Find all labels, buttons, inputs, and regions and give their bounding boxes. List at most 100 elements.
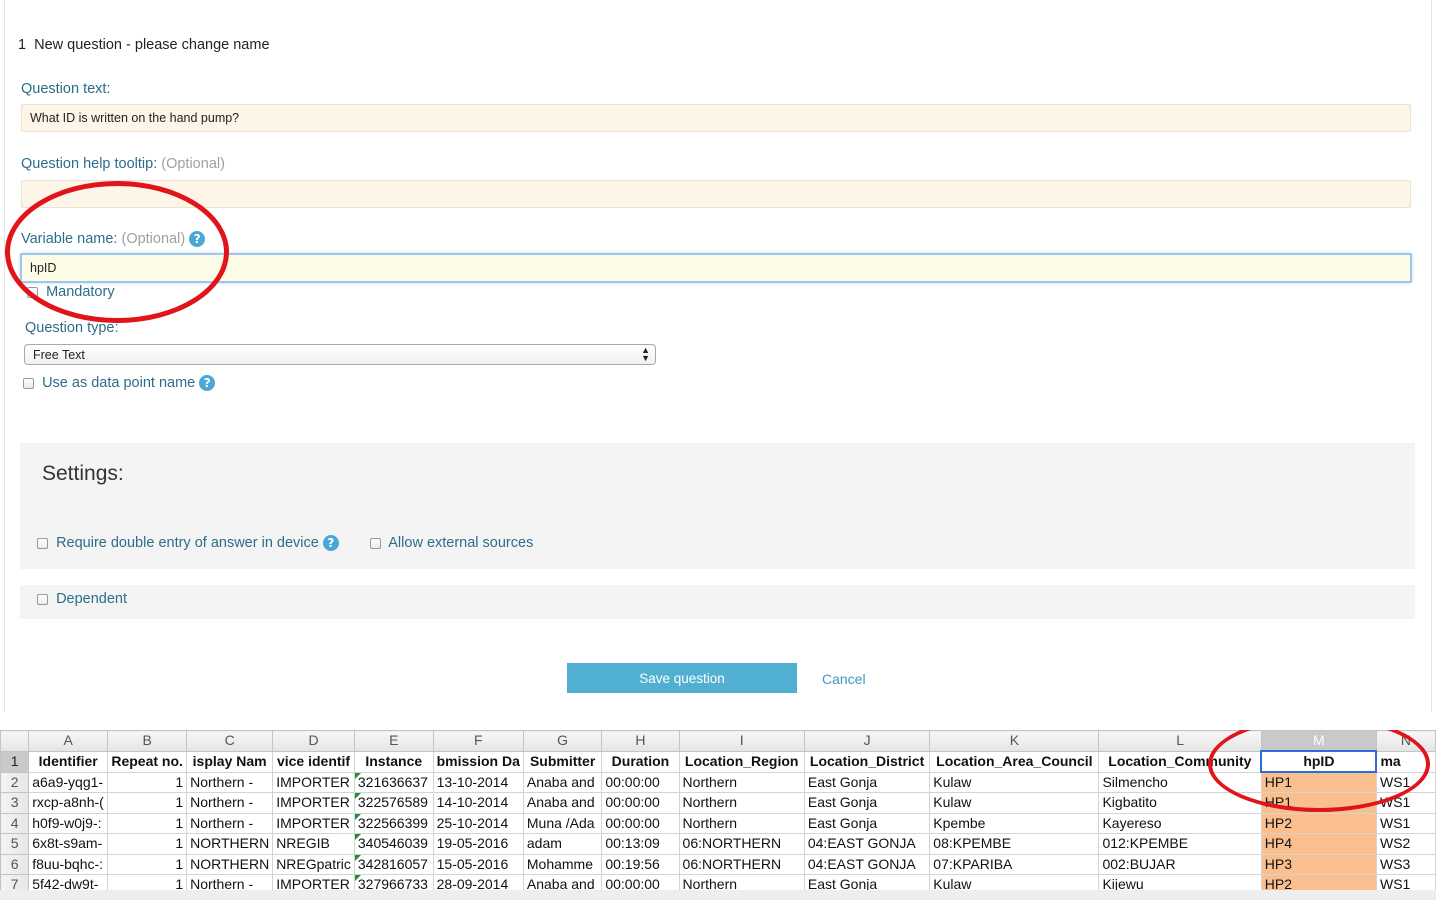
table-cell[interactable]: HP2 xyxy=(1260,812,1377,834)
table-cell[interactable]: Northern xyxy=(678,792,805,814)
table-cell[interactable]: Muna /Ada xyxy=(522,812,603,834)
table-cell[interactable]: h0f9-w0j9-: xyxy=(28,812,109,834)
row-number[interactable]: 1 xyxy=(0,750,30,773)
table-cell[interactable]: f8uu-bqhc-: xyxy=(28,853,109,875)
table-cell[interactable]: Silmencho xyxy=(1098,771,1262,793)
table-cell[interactable]: 06:NORTHERN xyxy=(678,853,805,875)
table-cell[interactable]: NORTHERN xyxy=(186,833,274,855)
table-cell[interactable]: 28-09-2014 xyxy=(432,874,524,890)
header-cell[interactable]: Repeat no. xyxy=(107,750,188,773)
table-cell[interactable]: Anaba and xyxy=(522,792,603,814)
table-cell[interactable]: 321636637 xyxy=(353,771,434,793)
table-cell[interactable]: Northern xyxy=(678,771,805,793)
help-icon[interactable]: ? xyxy=(322,535,339,552)
header-cell[interactable]: Location_Region xyxy=(678,750,805,773)
question-type-select[interactable]: Free Text ▲ ▼ xyxy=(24,344,656,365)
table-cell[interactable]: East Gonja xyxy=(803,812,931,834)
external-sources-checkbox[interactable] xyxy=(370,537,381,549)
cancel-link[interactable]: Cancel xyxy=(822,671,866,687)
table-cell[interactable]: HP1 xyxy=(1260,792,1377,814)
row-number[interactable]: 5 xyxy=(0,833,30,855)
column-header[interactable]: J xyxy=(803,730,931,752)
table-cell[interactable]: 1 xyxy=(107,771,188,793)
table-cell[interactable]: 1 xyxy=(107,853,188,875)
table-cell[interactable]: rxcp-a8nh-( xyxy=(28,792,109,814)
header-cell[interactable]: Instance xyxy=(353,750,434,773)
table-cell[interactable]: 00:13:09 xyxy=(601,833,680,855)
column-header[interactable]: E xyxy=(353,730,434,752)
table-cell[interactable]: WS1 xyxy=(1375,812,1436,834)
table-cell[interactable]: WS1 xyxy=(1375,792,1436,814)
table-cell[interactable]: WS3 xyxy=(1375,853,1436,875)
column-header[interactable]: G xyxy=(522,730,603,752)
table-cell[interactable]: Mohamme xyxy=(522,853,603,875)
table-cell[interactable]: 1 xyxy=(107,792,188,814)
question-text-input[interactable]: What ID is written on the hand pump? xyxy=(21,104,1411,132)
column-header[interactable]: F xyxy=(432,730,524,752)
column-header[interactable]: N xyxy=(1375,730,1436,752)
table-cell[interactable]: HP4 xyxy=(1260,833,1377,855)
table-cell[interactable]: Northern - xyxy=(186,812,274,834)
column-header[interactable]: C xyxy=(186,730,274,752)
table-cell[interactable]: Kayereso xyxy=(1098,812,1262,834)
table-cell[interactable]: Kijewu xyxy=(1098,874,1262,890)
header-cell[interactable]: Identifier xyxy=(28,750,109,773)
table-cell[interactable]: 6x8t-s9am- xyxy=(28,833,109,855)
table-cell[interactable]: 07:KPARIBA xyxy=(929,853,1100,875)
table-cell[interactable]: IMPORTER xyxy=(272,792,355,814)
help-icon[interactable]: ? xyxy=(199,375,216,392)
table-cell[interactable]: WS1 xyxy=(1375,771,1436,793)
column-header[interactable]: I xyxy=(678,730,805,752)
table-cell[interactable]: 322576589 xyxy=(353,792,434,814)
table-cell[interactable]: East Gonja xyxy=(803,771,931,793)
table-cell[interactable]: 1 xyxy=(107,833,188,855)
table-cell[interactable]: WS1 xyxy=(1375,874,1436,890)
datapoint-checkbox[interactable] xyxy=(23,377,34,389)
table-cell[interactable]: 327966733 xyxy=(353,874,434,890)
table-cell[interactable]: HP3 xyxy=(1260,853,1377,875)
table-cell[interactable]: 340546039 xyxy=(353,833,434,855)
table-cell[interactable]: IMPORTER xyxy=(272,812,355,834)
table-cell[interactable]: Kulaw xyxy=(929,792,1100,814)
variable-name-input[interactable]: hpID xyxy=(20,253,1412,283)
column-header[interactable]: L xyxy=(1098,730,1262,752)
column-header[interactable]: A xyxy=(28,730,109,752)
table-cell[interactable]: 322566399 xyxy=(353,812,434,834)
table-cell[interactable]: IMPORTER xyxy=(272,771,355,793)
table-cell[interactable]: Kigbatito xyxy=(1098,792,1262,814)
header-cell[interactable]: Location_District xyxy=(803,750,931,773)
table-cell[interactable]: adam xyxy=(522,833,603,855)
table-cell[interactable]: 1 xyxy=(107,874,188,890)
table-cell[interactable]: Northern - xyxy=(186,792,274,814)
table-cell[interactable]: 00:19:56 xyxy=(601,853,680,875)
table-cell[interactable]: 00:00:00 xyxy=(601,812,680,834)
table-cell[interactable]: a6a9-yqg1- xyxy=(28,771,109,793)
table-cell[interactable]: Kpembe xyxy=(929,812,1100,834)
tooltip-input[interactable] xyxy=(21,180,1411,208)
header-cell[interactable]: Location_Area_Council xyxy=(929,750,1100,773)
header-cell[interactable]: Location_Community xyxy=(1098,750,1262,773)
table-cell[interactable]: NORTHERN xyxy=(186,853,274,875)
table-cell[interactable]: NREGpatric xyxy=(272,853,355,875)
table-cell[interactable]: 08:KPEMBE xyxy=(929,833,1100,855)
table-cell[interactable]: 00:00:00 xyxy=(601,771,680,793)
table-cell[interactable]: NREGIB xyxy=(272,833,355,855)
table-cell[interactable]: 342816057 xyxy=(353,853,434,875)
header-cell[interactable]: vice identif xyxy=(272,750,355,773)
row-number[interactable]: 4 xyxy=(0,812,30,834)
table-cell[interactable]: 002:BUJAR xyxy=(1098,853,1262,875)
table-cell[interactable]: 04:EAST GONJA xyxy=(803,853,931,875)
column-header[interactable]: H xyxy=(601,730,680,752)
table-cell[interactable]: 012:KPEMBE xyxy=(1098,833,1262,855)
column-header[interactable]: D xyxy=(272,730,355,752)
table-cell[interactable]: Kulaw xyxy=(929,771,1100,793)
header-cell[interactable]: bmission Da xyxy=(432,750,524,773)
table-cell[interactable]: 5f42-dw9t- xyxy=(28,874,109,890)
table-cell[interactable]: 14-10-2014 xyxy=(432,792,524,814)
table-cell[interactable]: HP1 xyxy=(1260,771,1377,793)
header-cell[interactable]: Submitter xyxy=(522,750,603,773)
save-question-button[interactable]: Save question xyxy=(567,663,797,693)
table-cell[interactable]: East Gonja xyxy=(803,792,931,814)
row-number[interactable]: 6 xyxy=(0,853,30,875)
double-entry-checkbox[interactable] xyxy=(37,537,48,549)
